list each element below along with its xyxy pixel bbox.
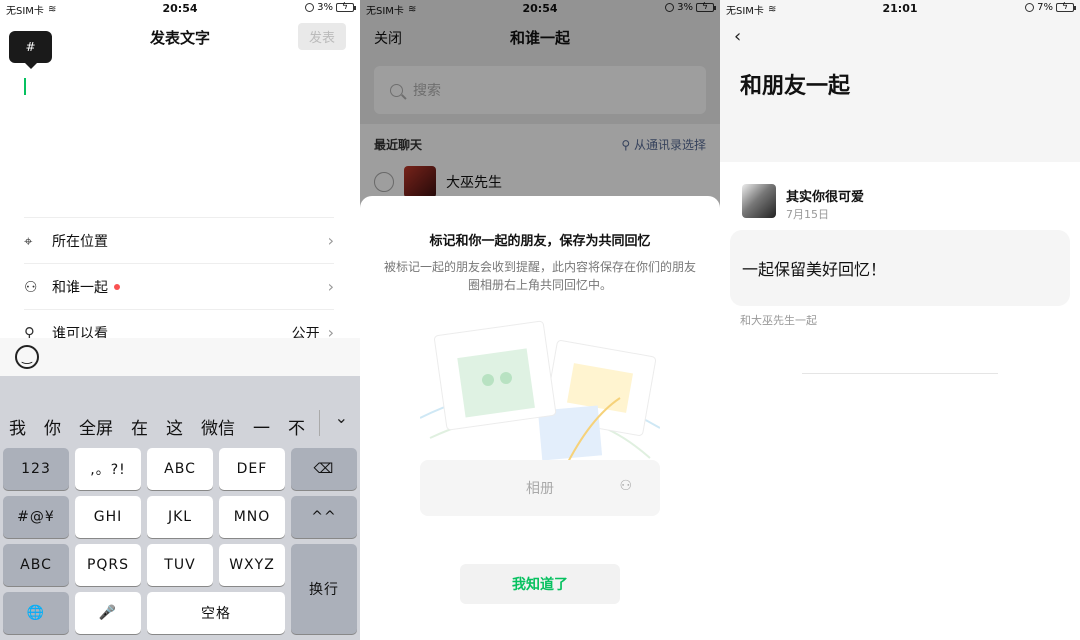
battery-icon: ϟ: [1056, 2, 1076, 12]
key-emoticon[interactable]: ^^: [291, 496, 357, 538]
chevron-right-icon: ›: [327, 277, 334, 296]
shared-memory-screen: 无SIM卡 ≋ 21:01 7% ϟ ‹ 和朋友一起 其实你很可爱 7月15日 一起…: [720, 0, 1080, 640]
key-tuv[interactable]: TUV: [147, 544, 213, 586]
candidate-word[interactable]: 微信: [192, 414, 244, 439]
battery-percent: 7%: [1037, 2, 1053, 13]
option-with-whom[interactable]: ⚇ 和谁一起 ›: [24, 263, 334, 309]
info-sheet: 标记和你一起的朋友，保存为共同回忆 被标记一起的朋友会收到提醒，此内容将保存在你…: [360, 196, 720, 640]
chevron-right-icon: ›: [327, 231, 334, 250]
candidate-bar: 我 你 全屏 在 这 微信 一 不 ⌄: [0, 404, 360, 448]
candidate-word[interactable]: 你: [35, 414, 70, 439]
post-text: 一起保留美好回忆！: [742, 260, 887, 279]
chevron-down-icon[interactable]: ⌄: [335, 408, 348, 427]
hashtag-tooltip[interactable]: #: [9, 31, 52, 69]
page-title: 和朋友一起: [740, 74, 851, 99]
red-dot-badge: [114, 283, 120, 290]
candidate-word[interactable]: 这: [157, 414, 192, 439]
post-author[interactable]: 其实你很可爱: [786, 186, 864, 205]
key-jkl[interactable]: JKL: [147, 496, 213, 538]
keyboard: 我 你 全屏 在 这 微信 一 不 ⌄ 123 ,。?! ABC DEF ⌫ #…: [0, 376, 360, 640]
candidate-divider: [319, 410, 320, 436]
candidate-word[interactable]: 在: [122, 414, 157, 439]
key-return[interactable]: 换行: [291, 544, 357, 634]
location-pin-icon: ⌖: [24, 231, 33, 250]
candidate-word[interactable]: 我: [0, 414, 35, 439]
option-label: 和谁一起: [52, 279, 108, 296]
compose-screen: 无SIM卡 ≋ 20:54 3% ϟ 发表文字 发表 # ⌖ 所在位置 › ⚇ 和谁…: [0, 0, 360, 640]
rotation-lock-icon: [1025, 3, 1035, 12]
candidate-word[interactable]: 不: [279, 414, 314, 439]
album-label: 相册: [526, 481, 554, 497]
status-bar: 无SIM卡 ≋ 20:54 3% ϟ: [0, 0, 360, 18]
candidate-word[interactable]: 全屏: [70, 414, 122, 439]
text-cursor: [24, 78, 26, 95]
got-it-button[interactable]: 我知道了: [460, 564, 620, 604]
publish-button[interactable]: 发表: [298, 23, 346, 50]
globe-icon[interactable]: 🌐: [3, 592, 69, 634]
people-icon: ⚇: [619, 478, 632, 494]
key-wxyz[interactable]: WXYZ: [219, 544, 285, 586]
sheet-description: 被标记一起的朋友会收到提醒，此内容将保存在你们的朋友圈相册右上角共同回忆中。: [383, 260, 696, 292]
key-pqrs[interactable]: PQRS: [75, 544, 141, 586]
key-mno[interactable]: MNO: [219, 496, 285, 538]
option-location[interactable]: ⌖ 所在位置 ›: [24, 217, 334, 263]
key-123[interactable]: 123: [3, 448, 69, 490]
end-divider: [802, 373, 998, 374]
sheet-title: 标记和你一起的朋友，保存为共同回忆: [429, 234, 651, 249]
status-bar: 无SIM卡 ≋ 21:01 7% ϟ: [720, 0, 1080, 18]
key-symbols[interactable]: #@¥: [3, 496, 69, 538]
backspace-icon[interactable]: ⌫: [291, 448, 357, 490]
key-abc[interactable]: ABC: [147, 448, 213, 490]
battery-percent: 3%: [317, 2, 333, 13]
option-label: 所在位置: [52, 233, 108, 250]
album-preview: 相册 ⚇: [420, 460, 660, 516]
post-date: 7月15日: [786, 208, 829, 221]
candidate-word[interactable]: 一: [244, 414, 279, 439]
tag-friends-screen: 无SIM卡 ≋ 20:54 3% ϟ 关闭 和谁一起 搜索 最近聊天 ⚲ 从通讯录选…: [360, 0, 720, 640]
key-ghi[interactable]: GHI: [75, 496, 141, 538]
people-icon: ⚇: [24, 277, 38, 296]
battery-icon: ϟ: [336, 2, 356, 12]
emoji-toolbar: ‿: [0, 338, 360, 376]
key-abc-mode[interactable]: ABC: [3, 544, 69, 586]
key-def[interactable]: DEF: [219, 448, 285, 490]
back-arrow-icon[interactable]: ‹: [734, 26, 741, 47]
tagged-with-text: 和大巫先生一起: [740, 314, 817, 327]
rotation-lock-icon: [305, 3, 315, 12]
microphone-icon[interactable]: 🎤: [75, 592, 141, 634]
post-card[interactable]: 一起保留美好回忆！: [730, 230, 1070, 306]
key-space[interactable]: 空格: [147, 592, 285, 634]
emoji-icon[interactable]: ‿: [15, 345, 39, 369]
key-punctuation[interactable]: ,。?!: [75, 448, 141, 490]
avatar[interactable]: [742, 184, 776, 218]
